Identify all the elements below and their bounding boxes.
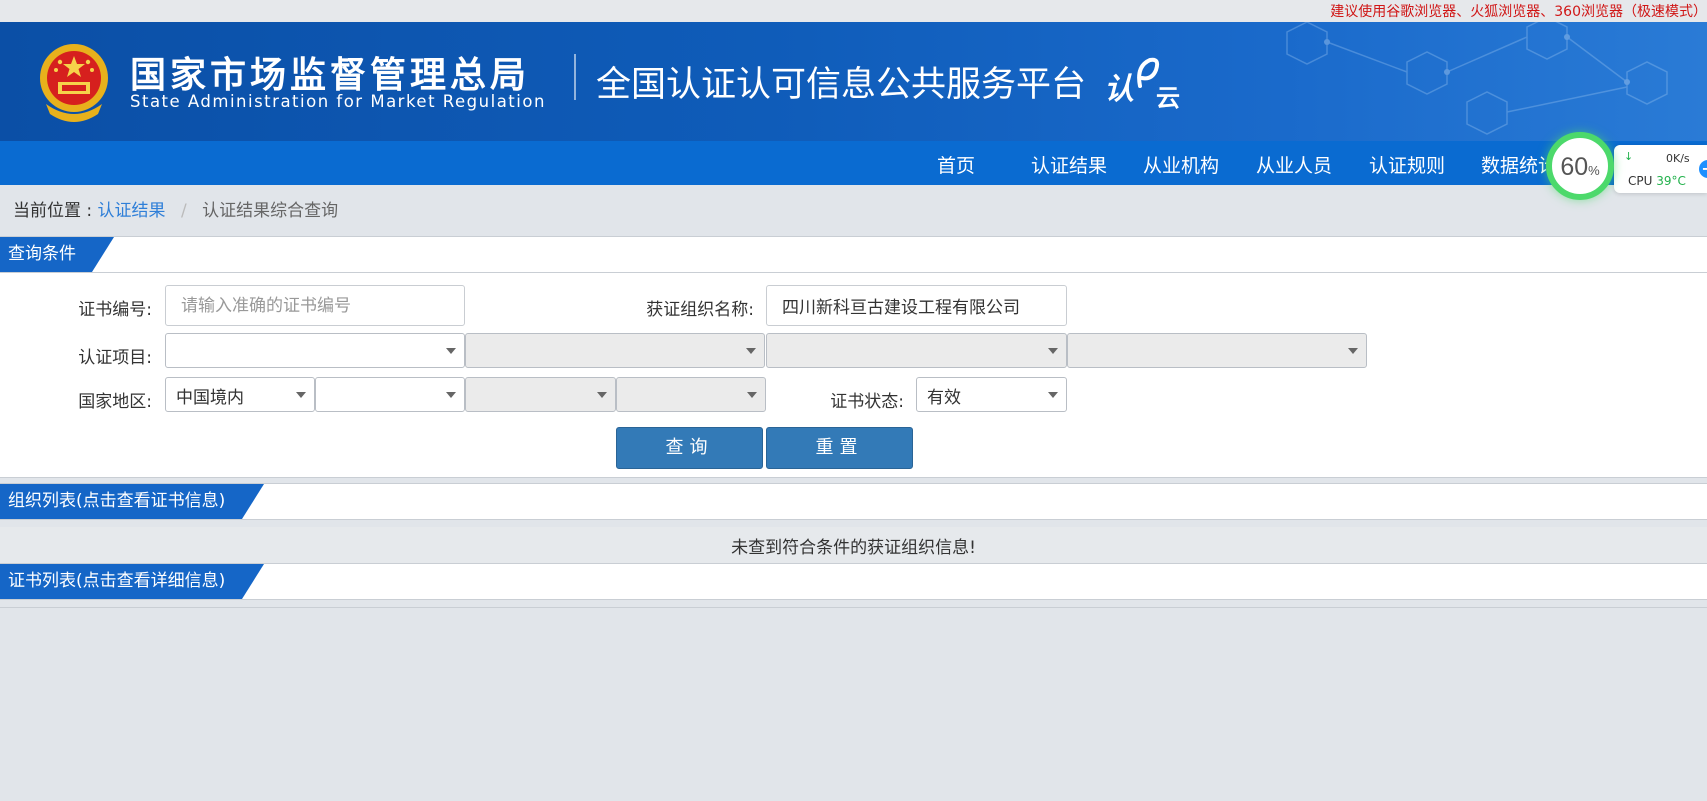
cert-status-value: 有效: [927, 388, 961, 408]
region-district-select[interactable]: [616, 377, 766, 412]
agency-name-cn: 国家市场监督管理总局: [130, 55, 531, 96]
project-select-2[interactable]: [465, 333, 765, 368]
brand-logo-char: 认: [1104, 72, 1134, 107]
org-list-section-header: 组织列表(点击查看证书信息): [0, 483, 1707, 520]
project-select-4[interactable]: [1067, 333, 1367, 368]
national-emblem-logo: [40, 44, 108, 122]
cert-no-input[interactable]: [165, 285, 465, 326]
reset-button[interactable]: 重置: [766, 427, 913, 469]
chevron-down-icon: [1048, 348, 1058, 354]
platform-title: 全国认证认可信息公共服务平台: [596, 65, 1087, 105]
chevron-down-icon: [446, 348, 456, 354]
cert-list-bottom-border: [0, 607, 1707, 608]
nav-personnel[interactable]: 从业人员: [1256, 151, 1332, 178]
main-navbar: 首页 认证结果 从业机构 从业人员 认证规则 数据统计: [0, 141, 1707, 185]
org-name-input[interactable]: [766, 285, 1067, 326]
chevron-down-icon: [296, 392, 306, 398]
browser-tip-text: 建议使用谷歌浏览器、火狐浏览器、360浏览器（极速模式）: [1330, 4, 1707, 20]
cert-status-label: 证书状态:: [830, 392, 904, 412]
header-divider: [574, 54, 576, 100]
breadcrumb: 当前位置 : 认证结果 / 认证结果综合查询: [13, 196, 338, 221]
chevron-down-icon: [746, 348, 756, 354]
query-section-title: 查询条件: [0, 237, 114, 272]
cert-list-section-header: 证书列表(点击查看详细信息): [0, 563, 1707, 600]
breadcrumb-link-cert-results[interactable]: 认证结果: [98, 201, 166, 221]
breadcrumb-label: 当前位置 :: [13, 201, 93, 221]
expand-plus-icon[interactable]: +: [1699, 160, 1707, 178]
hexagon-pattern-decoration: [1286, 22, 1668, 135]
org-list-section-title: 组织列表(点击查看证书信息): [0, 484, 264, 519]
brand-logo-char-2: 云: [1156, 84, 1180, 112]
download-arrow-icon: ↓: [1624, 150, 1634, 163]
search-button[interactable]: 查询: [616, 427, 763, 469]
memory-usage-value: 60: [1560, 153, 1589, 181]
org-list-empty-row: 未查到符合条件的获证组织信息!: [0, 527, 1707, 563]
region-country-select[interactable]: 中国境内: [165, 377, 315, 412]
region-country-value: 中国境内: [176, 388, 244, 408]
breadcrumb-current: 认证结果综合查询: [202, 201, 339, 221]
chevron-down-icon: [446, 392, 456, 398]
breadcrumb-separator: /: [180, 201, 187, 221]
cert-status-select[interactable]: 有效: [916, 377, 1067, 412]
query-section-header: 查询条件: [0, 236, 1707, 273]
cpu-temp-value: 39°C: [1656, 174, 1686, 188]
project-select-1[interactable]: [165, 333, 465, 368]
nav-cert-rules[interactable]: 认证规则: [1369, 151, 1445, 178]
memory-usage-ring[interactable]: 60%: [1546, 132, 1614, 200]
region-label: 国家地区:: [78, 392, 152, 412]
query-form: 证书编号: 获证组织名称: 认证项目: 国家地区: 中国境内 证书状态: 有效 …: [0, 273, 1707, 478]
chevron-down-icon: [597, 392, 607, 398]
nav-home[interactable]: 首页: [937, 151, 975, 178]
network-speed: 0K/s: [1666, 152, 1690, 165]
memory-usage-percent: 60%: [1552, 153, 1608, 182]
chevron-down-icon: [1348, 348, 1358, 354]
project-label: 认证项目:: [78, 348, 152, 368]
nav-institutions[interactable]: 从业机构: [1143, 151, 1219, 178]
org-list-empty-message: 未查到符合条件的获证组织信息!: [731, 538, 976, 558]
org-name-label: 获证组织名称:: [646, 300, 754, 320]
memory-usage-unit: %: [1588, 163, 1600, 178]
cpu-label: CPU: [1628, 174, 1653, 188]
nav-cert-results[interactable]: 认证结果: [1031, 151, 1107, 178]
browser-tip-bar: 建议使用谷歌浏览器、火狐浏览器、360浏览器（极速模式）: [0, 0, 1707, 22]
header-banner: 国家市场监督管理总局 State Administration for Mark…: [0, 22, 1707, 141]
renyun-brand-logo: 认 云: [1104, 52, 1184, 112]
region-city-select[interactable]: [465, 377, 616, 412]
cert-list-section-title: 证书列表(点击查看详细信息): [0, 564, 264, 599]
chevron-down-icon: [747, 392, 757, 398]
project-select-3[interactable]: [766, 333, 1067, 368]
region-province-select[interactable]: [315, 377, 465, 412]
agency-name-en: State Administration for Market Regulati…: [130, 92, 546, 111]
cert-no-label: 证书编号:: [78, 300, 152, 320]
cpu-temperature: CPU 39°C: [1628, 174, 1686, 188]
system-monitor-panel[interactable]: ↓ 0K/s CPU 39°C +: [1614, 145, 1707, 193]
chevron-down-icon: [1048, 392, 1058, 398]
